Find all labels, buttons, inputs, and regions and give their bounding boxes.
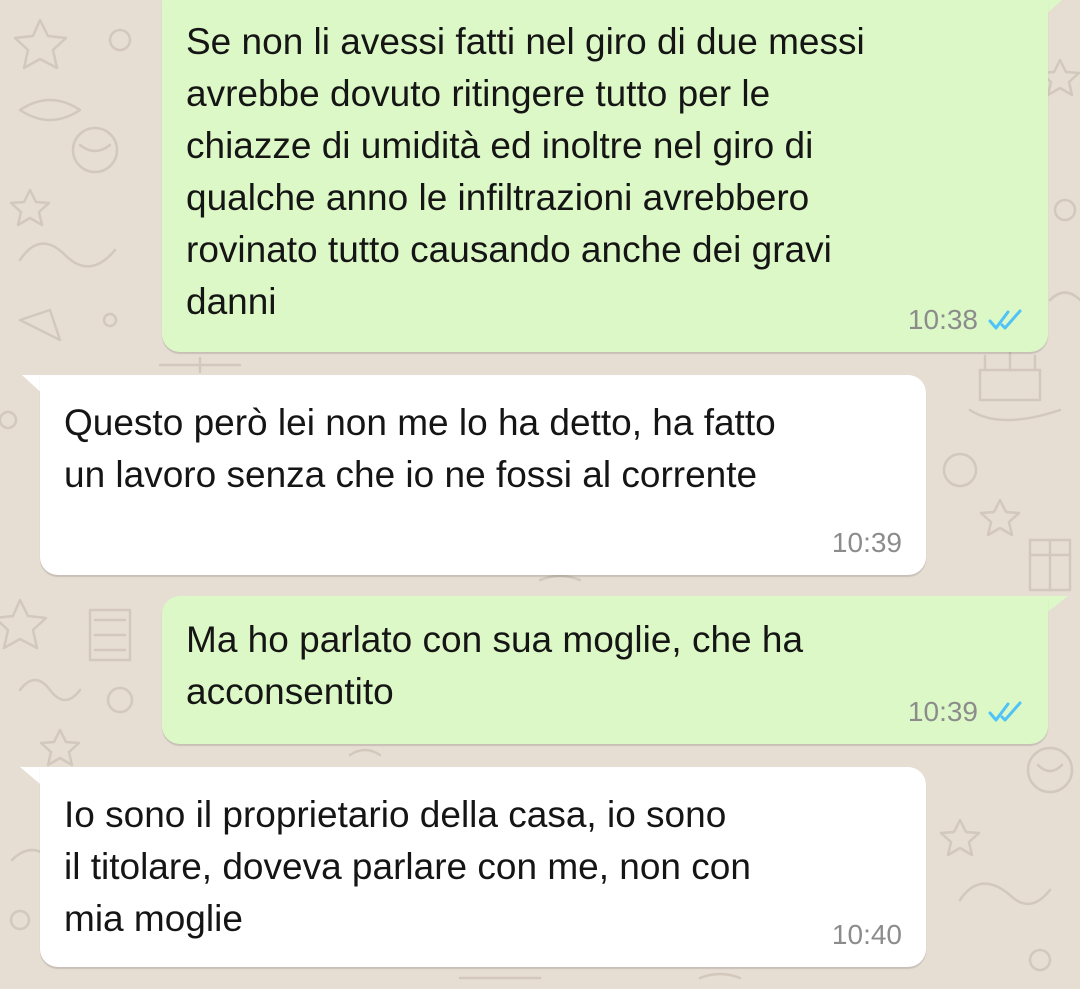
outgoing-message-bubble[interactable]: Se non li avessi fatti nel giro di due m… <box>162 0 1048 352</box>
message-timestamp: 10:39 <box>907 696 978 727</box>
message-meta: 10:39 <box>908 696 1024 728</box>
double-check-read-icon <box>988 308 1024 332</box>
message-timestamp: 10:39 <box>831 527 902 558</box>
message-meta: 10:38 <box>908 304 1024 336</box>
message-timestamp: 10:38 <box>907 304 978 335</box>
double-check-read-icon <box>988 700 1024 724</box>
chat-message-list: Se non li avessi fatti nel giro di due m… <box>0 0 1080 989</box>
message-text: Ma ho parlato con sua moglie, che ha acc… <box>186 619 804 712</box>
outgoing-message-bubble[interactable]: Ma ho parlato con sua moglie, che ha acc… <box>162 596 1048 744</box>
incoming-message-bubble[interactable]: Io sono il proprietario della casa, io s… <box>40 767 926 967</box>
message-meta: 10:39 <box>832 527 902 559</box>
message-text: Se non li avessi fatti nel giro di due m… <box>186 21 865 322</box>
message-text: Io sono il proprietario della casa, io s… <box>64 794 751 939</box>
incoming-message-bubble[interactable]: Questo però lei non me lo ha detto, ha f… <box>40 375 926 575</box>
message-timestamp: 10:40 <box>831 919 902 950</box>
message-text: Questo però lei non me lo ha detto, ha f… <box>64 402 776 495</box>
message-meta: 10:40 <box>832 919 902 951</box>
